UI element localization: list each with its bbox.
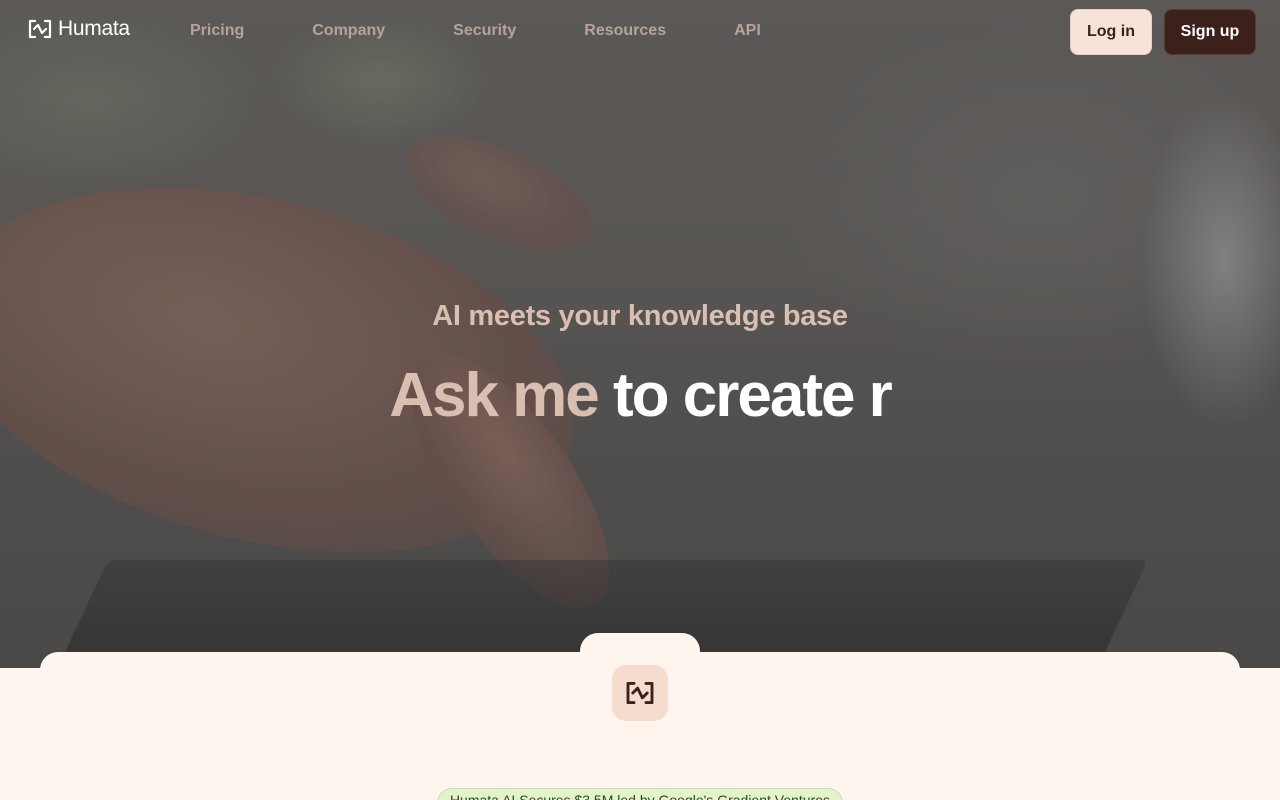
nav-links: Pricing Company Security Resources API bbox=[190, 22, 761, 40]
nav-link-pricing[interactable]: Pricing bbox=[190, 22, 244, 40]
humata-logo-icon bbox=[28, 19, 52, 39]
panel-logo-badge bbox=[612, 665, 668, 721]
headline-typed-text: to create r bbox=[613, 361, 893, 430]
hero-section: Humata Pricing Company Security Resource… bbox=[0, 0, 1280, 668]
nav-link-api[interactable]: API bbox=[734, 22, 761, 40]
brand-logo[interactable]: Humata bbox=[28, 16, 130, 42]
humata-logo-icon bbox=[626, 681, 654, 705]
hero-overlay bbox=[0, 0, 1280, 668]
announcement-pill[interactable]: Humata AI Secures $3.5M led by Google's … bbox=[437, 788, 843, 800]
signup-button[interactable]: Sign up bbox=[1164, 9, 1256, 55]
brand-name: Humata bbox=[58, 17, 130, 40]
headline-prefix: Ask me bbox=[389, 361, 600, 430]
nav-link-resources[interactable]: Resources bbox=[584, 22, 666, 40]
nav-link-security[interactable]: Security bbox=[453, 22, 516, 40]
login-button[interactable]: Log in bbox=[1070, 9, 1152, 55]
hero-headline: Ask me to create r bbox=[0, 360, 1280, 431]
hero-tagline: AI meets your knowledge base bbox=[432, 300, 848, 332]
top-nav: Humata Pricing Company Security Resource… bbox=[0, 0, 1280, 64]
nav-link-company[interactable]: Company bbox=[312, 22, 385, 40]
